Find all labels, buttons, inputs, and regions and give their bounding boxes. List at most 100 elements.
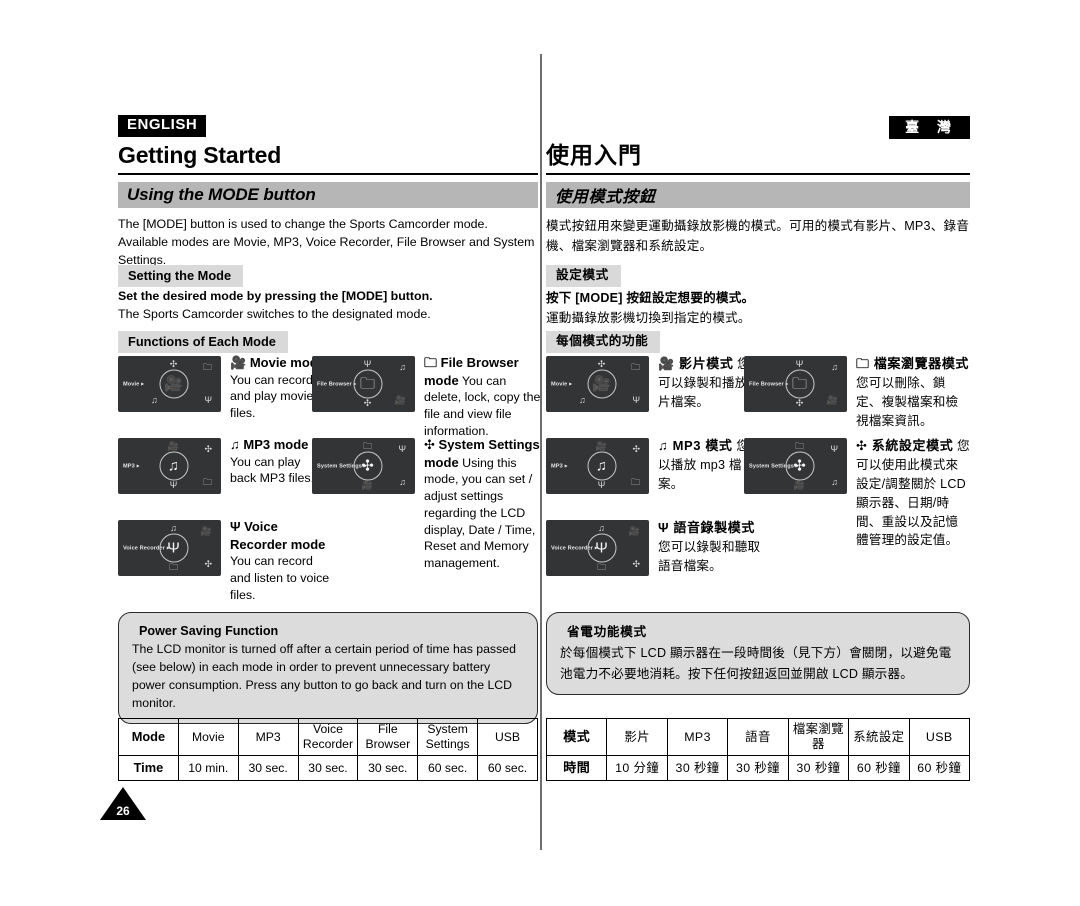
table-cell-time-3: 30 秒鐘 bbox=[787, 755, 850, 781]
movie-icon: 🎥 bbox=[658, 356, 675, 371]
table-header-mode: Mode bbox=[118, 718, 179, 756]
folder-icon: 🗀 bbox=[856, 356, 870, 371]
folder-icon: 🗀 bbox=[596, 562, 607, 572]
lcd-screen-system-settings: System Settings ▸ 🗀 Ψ ♫ 🎥 ✣ bbox=[744, 438, 847, 494]
settings-icon: ✣ bbox=[204, 444, 212, 454]
microphone-icon: Ψ bbox=[597, 480, 606, 490]
movie-icon: 🎥 bbox=[587, 369, 616, 399]
movie-icon: 🎥 bbox=[826, 395, 838, 405]
settings-icon: ✣ bbox=[856, 438, 868, 453]
table-cell-mode-4: 系統設定 bbox=[848, 718, 910, 756]
table-cell-time-2: 30 sec. bbox=[297, 755, 359, 781]
table-row: Mode Movie MP3 Voice Recorder File Brows… bbox=[118, 718, 538, 756]
table-cell-mode-5: USB bbox=[477, 718, 538, 756]
movie-icon: 🎥 bbox=[595, 441, 608, 451]
folder-icon: 🗀 bbox=[424, 355, 438, 370]
mode-instruction-bold: Set the desired mode by pressing the [MO… bbox=[118, 289, 433, 303]
mode-panel-file-browser: File Browser ▸ Ψ ♫ 🎥 ✣ 🗀 bbox=[744, 356, 847, 412]
region-tag: 臺 灣 bbox=[889, 116, 970, 140]
settings-icon: ✣ bbox=[632, 444, 640, 454]
lcd-label-mp3: MP3 ▸ bbox=[551, 463, 568, 470]
table-cell-mode-0: Movie bbox=[177, 718, 239, 756]
mode-text-system-settings: ✣ System Settings mode Using this mode, … bbox=[424, 437, 540, 571]
power-saving-box: 省電功能模式 於每個模式下 LCD 顯示器在一段時間後（見下方）會關閉，以避免電… bbox=[546, 612, 970, 696]
folder-icon: 🗀 bbox=[630, 362, 640, 372]
chip-functions-of-each-mode: 每個模式的功能 bbox=[546, 331, 661, 354]
intro-paragraph: The [MODE] button is used to change the … bbox=[118, 217, 535, 267]
lcd-screen-system-settings: System Settings ▸ 🗀 Ψ ♫ 🎥 ✣ bbox=[312, 438, 415, 494]
chapter-title: 使用入門 bbox=[546, 142, 970, 176]
table-cell-mode-2: Voice Recorder bbox=[297, 718, 359, 756]
mode-instruction-plain: 運動攝錄放影機切換到指定的模式。 bbox=[546, 311, 751, 326]
music-note-icon: ♫ bbox=[598, 523, 605, 533]
power-saving-table-wrapper: 模式 影片 MP3 語音 檔案瀏覽器 系統設定 USB 時間 10 分鐘 30 … bbox=[545, 718, 971, 781]
microphone-icon: Ψ bbox=[587, 533, 616, 563]
power-saving-table: Mode Movie MP3 Voice Recorder File Brows… bbox=[118, 718, 538, 781]
table-cell-mode-5: USB bbox=[908, 718, 971, 756]
lcd-screen-voice-recorder: Voice Recorder ▸ ♫ 🎥 ✣ 🗀 Ψ bbox=[546, 520, 649, 576]
table-cell-time-1: 30 sec. bbox=[237, 755, 299, 781]
table-cell-mode-3: File Browser bbox=[357, 718, 419, 756]
folder-icon: 🗀 bbox=[362, 441, 373, 451]
table-header-mode: 模式 bbox=[545, 718, 608, 756]
movie-icon: 🎥 bbox=[793, 480, 806, 490]
lcd-screen-mp3: MP3 ▸ 🎥 ✣ 🗀 Ψ ♫ bbox=[118, 438, 221, 494]
mode-panel-mp3: MP3 ▸ 🎥 ✣ 🗀 Ψ ♫ bbox=[546, 438, 649, 494]
lcd-label-mp3: MP3 ▸ bbox=[123, 463, 140, 470]
music-note-icon: ♫ bbox=[170, 523, 177, 533]
table-cell-mode-1: MP3 bbox=[237, 718, 299, 756]
lcd-label-file-browser: File Browser ▸ bbox=[749, 381, 789, 388]
chip-setting-the-mode: 設定模式 bbox=[546, 265, 621, 288]
mode-text-system-settings: ✣ 系統設定模式 您可以使用此模式來設定/調整關於 LCD 顯示器、日期/時間、… bbox=[856, 438, 970, 548]
table-cell-time-4: 60 秒鐘 bbox=[848, 755, 910, 781]
settings-icon: ✣ bbox=[632, 559, 640, 569]
mode-panel-voice-recorder: Voice Recorder ▸ ♫ 🎥 ✣ 🗀 Ψ bbox=[546, 520, 649, 576]
settings-icon: ✣ bbox=[204, 559, 212, 569]
folder-icon: 🗀 bbox=[794, 441, 805, 451]
music-note-icon: ♫ bbox=[399, 477, 406, 487]
page-number-text: 26 bbox=[116, 804, 130, 818]
chip-setting-the-mode: Setting the Mode bbox=[118, 265, 244, 288]
microphone-icon: Ψ bbox=[830, 444, 838, 454]
table-cell-time-5: 60 秒鐘 bbox=[908, 755, 971, 781]
table-cell-mode-1: MP3 bbox=[666, 718, 729, 756]
table-row: 模式 影片 MP3 語音 檔案瀏覽器 系統設定 USB bbox=[545, 718, 971, 756]
lcd-screen-file-browser: File Browser ▸ Ψ ♫ 🎥 ✣ 🗀 bbox=[744, 356, 847, 412]
settings-icon: ✣ bbox=[353, 451, 382, 481]
settings-icon: ✣ bbox=[795, 398, 804, 408]
mode-instruction: 按下 [MODE] 按鈕設定想要的模式。 運動攝錄放影機切換到指定的模式。 bbox=[546, 288, 970, 328]
intro-paragraph: 模式按鈕用來變更運動攝錄放影機的模式。可用的模式有影片、MP3、錄音機、檔案瀏覽… bbox=[546, 219, 970, 254]
table-cell-time-4: 60 sec. bbox=[417, 755, 479, 781]
mode-panel-mp3: MP3 ▸ 🎥 ✣ 🗀 Ψ ♫ bbox=[118, 438, 221, 494]
table-cell-time-3: 30 sec. bbox=[357, 755, 419, 781]
folder-icon: 🗀 bbox=[202, 477, 212, 487]
settings-icon: ✣ bbox=[363, 398, 372, 408]
table-cell-time-2: 30 秒鐘 bbox=[727, 755, 789, 781]
table-cell-mode-2: 語音 bbox=[727, 718, 789, 756]
lcd-label-movie: Movie ▸ bbox=[551, 381, 573, 388]
lcd-screen-movie: Movie ▸ ✣ 🗀 Ψ ♫ 🎥 bbox=[118, 356, 221, 412]
mode-instruction: Set the desired mode by pressing the [MO… bbox=[118, 288, 538, 323]
music-note-icon: ♫ bbox=[151, 395, 158, 405]
microphone-icon: Ψ bbox=[204, 395, 212, 405]
table-cell-time-0: 10 分鐘 bbox=[606, 755, 668, 781]
power-saving-body: The LCD monitor is turned off after a ce… bbox=[132, 642, 516, 710]
microphone-icon: Ψ bbox=[159, 533, 188, 563]
section-title-bar: Using the MODE button bbox=[118, 182, 538, 208]
mode-text-file-browser: 🗀 File Browser mode You can delete, lock… bbox=[424, 355, 541, 438]
table-cell-time-0: 10 min. bbox=[177, 755, 239, 781]
music-note-icon: ♫ bbox=[831, 477, 838, 487]
movie-icon: 🎥 bbox=[167, 441, 180, 451]
settings-icon: ✣ bbox=[597, 359, 606, 369]
table-cell-mode-4: System Settings bbox=[417, 718, 479, 756]
table-header-time: 時間 bbox=[545, 755, 608, 781]
folder-icon: 🗀 bbox=[202, 362, 212, 372]
page-number-badge: 26 bbox=[100, 787, 146, 820]
manual-page: ENGLISH Getting Started Using the MODE b… bbox=[0, 0, 1080, 906]
chapter-title: Getting Started bbox=[118, 142, 538, 176]
microphone-icon: Ψ bbox=[169, 480, 178, 490]
language-tag: ENGLISH bbox=[118, 115, 207, 137]
table-cell-mode-0: 影片 bbox=[606, 718, 668, 756]
power-saving-table: 模式 影片 MP3 語音 檔案瀏覽器 系統設定 USB 時間 10 分鐘 30 … bbox=[545, 718, 971, 781]
music-note-icon: ♫ bbox=[159, 451, 188, 481]
